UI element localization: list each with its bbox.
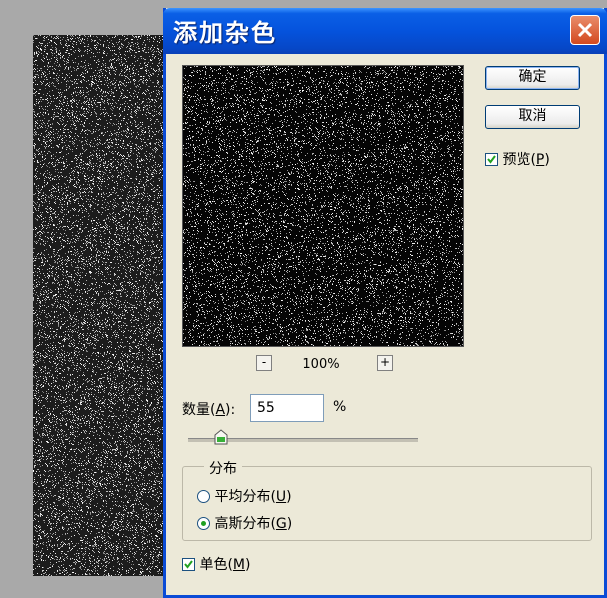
title-bar[interactable]: 添加杂色 xyxy=(163,8,607,54)
gaussian-radio[interactable] xyxy=(197,517,210,530)
preview-option[interactable]: 预览(P) xyxy=(485,149,550,169)
gaussian-label: 高斯分布 xyxy=(214,516,270,532)
amount-label-row: 数量(A): xyxy=(182,399,235,419)
uniform-radio[interactable] xyxy=(197,490,210,503)
dialog-title: 添加杂色 xyxy=(173,13,277,48)
amount-mnemonic: A xyxy=(215,402,225,418)
monochrome-label: 单色 xyxy=(199,557,227,573)
checkmark-icon xyxy=(487,155,496,164)
zoom-in-label: + xyxy=(380,355,390,369)
uniform-option[interactable]: 平均分布(U) xyxy=(197,486,292,506)
zoom-out-button[interactable]: - xyxy=(256,355,272,371)
add-noise-dialog: 添加杂色 - 100% + 确定 取消 预览(P) 数量(A): 55 % 分布… xyxy=(163,8,607,598)
preview-noise-pattern xyxy=(183,66,463,346)
close-button[interactable] xyxy=(570,15,600,45)
uniform-mnemonic: U xyxy=(276,489,286,505)
cancel-button-label: 取消 xyxy=(519,108,547,124)
amount-label: 数量 xyxy=(182,402,210,418)
zoom-out-label: - xyxy=(262,355,266,369)
ok-button-label: 确定 xyxy=(519,69,547,85)
monochrome-option[interactable]: 单色(M) xyxy=(182,554,250,574)
amount-unit: % xyxy=(333,399,346,415)
slider-thumb-icon[interactable] xyxy=(214,429,228,445)
preview-label: 预览 xyxy=(502,152,530,168)
preview-mnemonic: P xyxy=(536,152,544,168)
cancel-button[interactable]: 取消 xyxy=(485,105,580,129)
amount-value: 55 xyxy=(257,400,275,416)
close-icon xyxy=(577,22,593,38)
monochrome-mnemonic: M xyxy=(233,557,245,573)
ok-button[interactable]: 确定 xyxy=(485,66,580,90)
zoom-in-button[interactable]: + xyxy=(377,355,393,371)
gaussian-mnemonic: G xyxy=(276,516,287,532)
uniform-label: 平均分布 xyxy=(214,489,270,505)
radio-selected-dot xyxy=(201,521,206,526)
canvas-noise-pattern xyxy=(33,35,173,576)
preview-checkbox[interactable] xyxy=(485,153,498,166)
distribution-group-label: 分布 xyxy=(204,458,242,478)
checkmark-icon xyxy=(184,560,193,569)
document-canvas xyxy=(33,35,173,576)
preview-image[interactable] xyxy=(182,65,464,347)
zoom-level: 100% xyxy=(291,357,351,372)
monochrome-checkbox[interactable] xyxy=(182,558,195,571)
amount-input[interactable]: 55 xyxy=(250,394,324,422)
gaussian-option[interactable]: 高斯分布(G) xyxy=(197,513,292,533)
